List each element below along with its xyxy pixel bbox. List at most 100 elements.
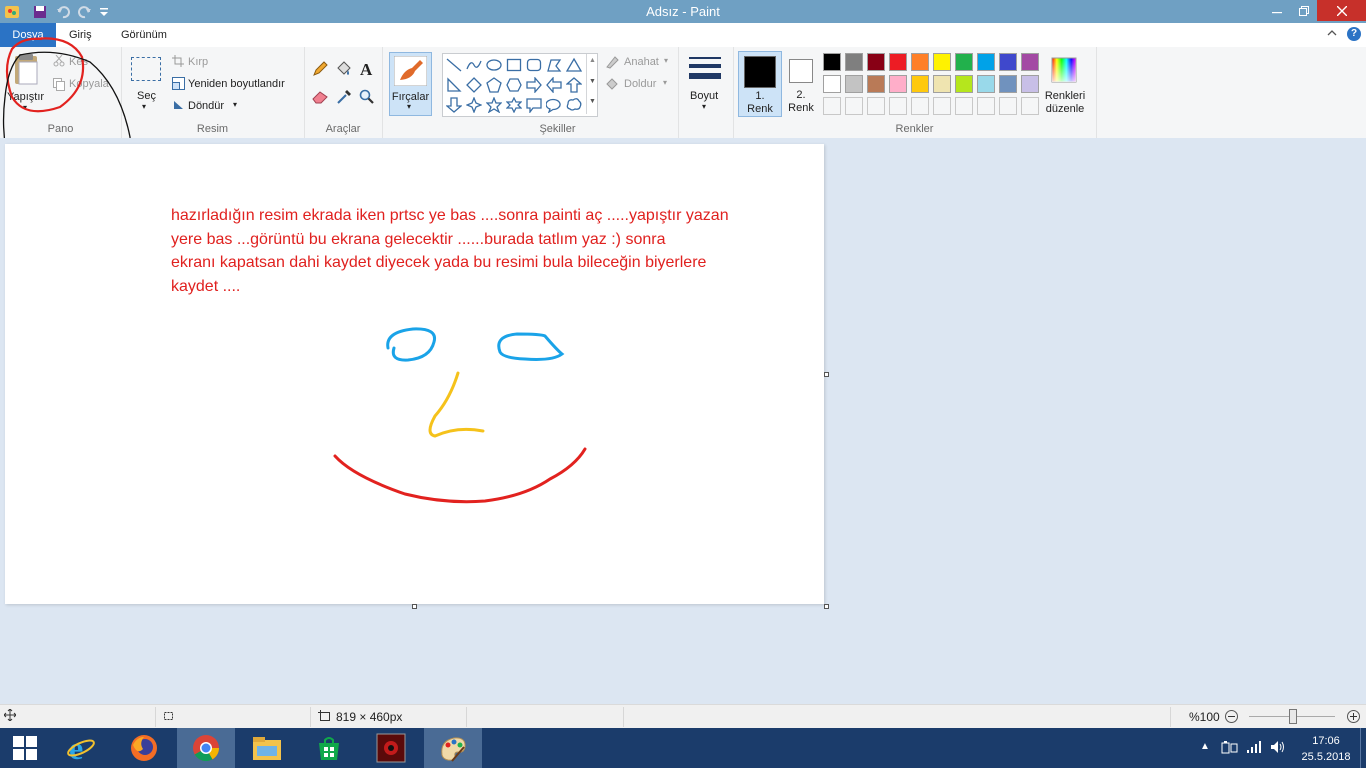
color-swatch[interactable]	[867, 75, 885, 93]
rotate-icon[interactable]	[172, 99, 185, 115]
left-arrow-shape-icon[interactable]	[546, 77, 562, 93]
start-button[interactable]	[0, 728, 50, 768]
store-icon[interactable]	[300, 728, 358, 768]
color-swatch[interactable]	[933, 53, 951, 71]
triangle-shape-icon[interactable]	[566, 57, 582, 73]
outline-button[interactable]: Anahat	[624, 56, 659, 68]
text-tool-icon[interactable]: A	[360, 60, 372, 80]
zoom-slider-thumb[interactable]	[1289, 709, 1297, 724]
color-swatch[interactable]	[977, 75, 995, 93]
rainbow-icon[interactable]	[1051, 57, 1077, 86]
color-swatch[interactable]	[911, 53, 929, 71]
rotate-dropdown-icon[interactable]: ▾	[233, 100, 237, 109]
color-swatch[interactable]	[889, 75, 907, 93]
pentagon-shape-icon[interactable]	[486, 77, 502, 93]
color-swatch[interactable]	[1021, 53, 1039, 71]
color-swatch[interactable]	[845, 53, 863, 71]
oval-callout-shape-icon[interactable]	[546, 97, 562, 113]
color-swatch[interactable]	[999, 53, 1017, 71]
color-swatch[interactable]	[889, 53, 907, 71]
color-swatch[interactable]	[845, 75, 863, 93]
custom-color-slot[interactable]	[999, 97, 1017, 115]
edit-colors-line1[interactable]: Renkleri	[1044, 90, 1086, 102]
drawing-canvas[interactable]: hazırladığın resim ekrada iken prtsc ye …	[5, 144, 824, 604]
diamond-shape-icon[interactable]	[466, 77, 482, 93]
curve-shape-icon[interactable]	[466, 57, 482, 73]
color2-button[interactable]: 2. Renk	[782, 51, 822, 115]
undo-icon[interactable]	[56, 3, 70, 20]
show-desktop-button[interactable]	[1360, 728, 1366, 768]
eraser-icon[interactable]	[312, 90, 328, 107]
save-icon[interactable]	[33, 3, 47, 20]
paint-taskbar-icon[interactable]	[424, 728, 482, 768]
crop-button[interactable]: Kırp	[188, 56, 208, 68]
shapes-scroll[interactable]: ▲ ▼ ▼	[586, 54, 597, 114]
custom-color-slot[interactable]	[955, 97, 973, 115]
custom-color-slot[interactable]	[1021, 97, 1039, 115]
color1-button[interactable]: 1. Renk	[738, 51, 782, 117]
outline-dropdown-icon[interactable]: ▾	[664, 56, 668, 65]
clock-time[interactable]: 17:06	[1300, 735, 1352, 747]
polygon-shape-icon[interactable]	[546, 57, 562, 73]
size-button[interactable]: Boyut	[690, 90, 718, 102]
custom-color-slot[interactable]	[911, 97, 929, 115]
color-swatch[interactable]	[911, 75, 929, 93]
pencil-icon[interactable]	[312, 61, 328, 80]
help-icon[interactable]: ?	[1347, 27, 1361, 41]
down-arrow-shape-icon[interactable]	[446, 97, 462, 113]
redo-icon[interactable]	[78, 3, 92, 20]
color-picker-icon[interactable]	[336, 89, 352, 108]
show-hidden-icons[interactable]: ▲	[1200, 741, 1210, 752]
media-app-icon[interactable]	[362, 728, 420, 768]
outline-icon[interactable]	[605, 55, 619, 72]
clock-date[interactable]: 25.5.2018	[1300, 751, 1352, 763]
custom-color-slot[interactable]	[933, 97, 951, 115]
color-swatch[interactable]	[1021, 75, 1039, 93]
custom-color-slot[interactable]	[977, 97, 995, 115]
customize-toolbar-icon[interactable]	[99, 3, 109, 20]
resize-handle-corner[interactable]	[824, 604, 829, 609]
resize-icon[interactable]	[172, 77, 185, 93]
collapse-ribbon-icon[interactable]	[1327, 28, 1337, 41]
right-triangle-shape-icon[interactable]	[446, 77, 462, 93]
battery-icon[interactable]	[1221, 740, 1239, 757]
color-swatch[interactable]	[823, 75, 841, 93]
fill-bucket-icon[interactable]	[335, 60, 352, 80]
fill-icon[interactable]	[605, 77, 619, 94]
brushes-button[interactable]: Fırçalar ▾	[389, 52, 432, 116]
line-shape-icon[interactable]	[446, 57, 462, 73]
custom-color-slot[interactable]	[823, 97, 841, 115]
line-size-icon[interactable]	[689, 57, 721, 86]
color-swatch[interactable]	[955, 53, 973, 71]
four-point-star-shape-icon[interactable]	[466, 97, 482, 113]
fill-button[interactable]: Doldur	[624, 78, 656, 90]
size-dropdown-icon[interactable]: ▾	[702, 102, 706, 111]
color-swatch[interactable]	[999, 75, 1017, 93]
color-swatch[interactable]	[823, 53, 841, 71]
close-button[interactable]	[1317, 0, 1366, 21]
rounded-rectangle-shape-icon[interactable]	[526, 57, 542, 73]
color-swatch[interactable]	[955, 75, 973, 93]
six-point-star-shape-icon[interactable]	[506, 97, 522, 113]
color-swatch[interactable]	[933, 75, 951, 93]
paint-app-icon[interactable]	[4, 3, 20, 20]
five-point-star-shape-icon[interactable]	[486, 97, 502, 113]
firefox-icon[interactable]	[115, 728, 173, 768]
rectangle-shape-icon[interactable]	[506, 57, 522, 73]
select-dropdown-icon[interactable]: ▾	[142, 102, 146, 111]
hexagon-shape-icon[interactable]	[506, 77, 522, 93]
file-explorer-icon[interactable]	[238, 728, 296, 768]
magnifier-icon[interactable]	[359, 89, 375, 108]
right-arrow-shape-icon[interactable]	[526, 77, 542, 93]
crop-icon[interactable]	[172, 55, 184, 70]
rect-callout-shape-icon[interactable]	[526, 97, 542, 113]
zoom-out-button[interactable]	[1225, 710, 1238, 723]
custom-color-slot[interactable]	[867, 97, 885, 115]
oval-shape-icon[interactable]	[486, 57, 502, 73]
color-swatch[interactable]	[977, 53, 995, 71]
restore-button[interactable]	[1292, 0, 1316, 21]
fill-dropdown-icon[interactable]: ▾	[663, 78, 667, 87]
minimize-button[interactable]	[1262, 0, 1292, 21]
edit-colors-line2[interactable]: düzenle	[1044, 103, 1086, 115]
zoom-in-button[interactable]	[1347, 710, 1360, 723]
